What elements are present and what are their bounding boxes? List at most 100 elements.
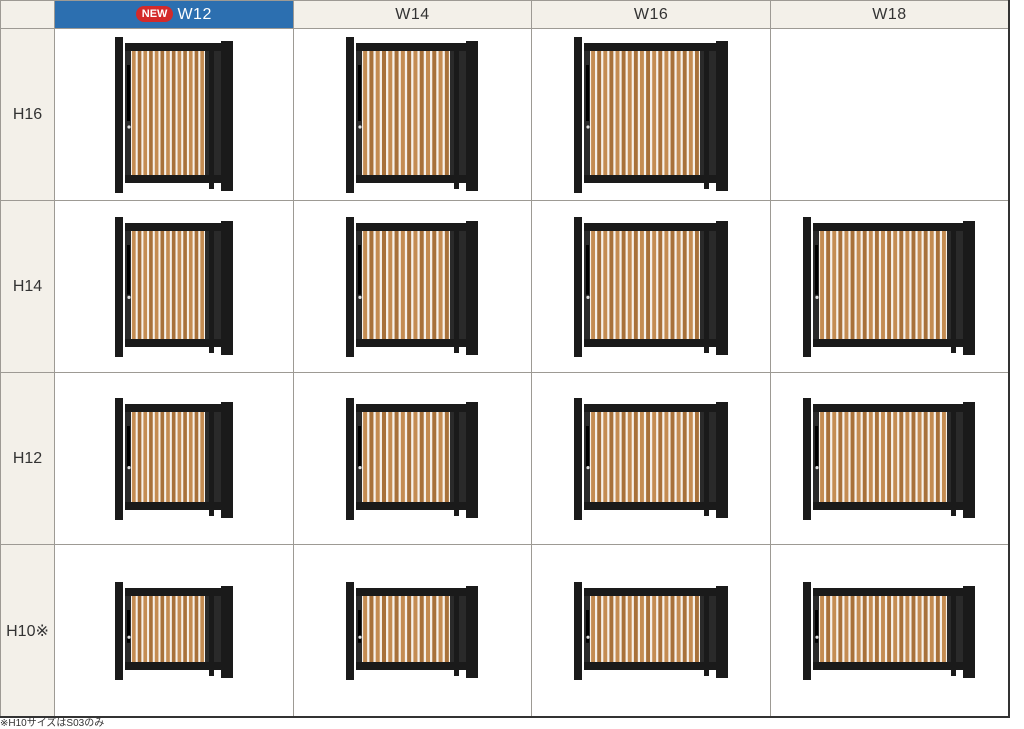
wood-slat xyxy=(148,596,153,663)
wood-slat xyxy=(905,412,910,503)
gate-lock xyxy=(586,125,590,129)
gate-cell xyxy=(769,200,1010,374)
gate-post-right xyxy=(466,586,479,679)
gate-post-right xyxy=(466,221,479,356)
wood-slat xyxy=(407,596,412,663)
gate-hinge-post xyxy=(951,404,957,517)
wood-slat xyxy=(183,231,187,340)
gate-bottom-rail xyxy=(356,662,467,671)
gate-cell xyxy=(531,28,771,202)
wood-slat xyxy=(420,596,425,663)
wood-slat xyxy=(869,231,874,340)
wood-slat xyxy=(413,412,418,503)
gate-post-right xyxy=(963,221,976,356)
wood-slat xyxy=(627,412,632,503)
row-label: H14 xyxy=(0,200,55,374)
wood-slat xyxy=(143,51,147,176)
wood-slat xyxy=(432,596,437,663)
wood-slat xyxy=(942,231,947,340)
wood-slat xyxy=(148,412,153,503)
gate-lock xyxy=(815,635,820,640)
wood-slat xyxy=(899,412,904,503)
gate-image xyxy=(803,582,976,681)
wood-slat xyxy=(695,51,699,176)
gate-top-rail xyxy=(356,588,467,597)
wood-slat xyxy=(183,51,187,176)
gate-top-rail xyxy=(813,588,964,597)
gate-top-rail xyxy=(356,43,467,52)
wood-slat xyxy=(177,596,182,663)
wood-slat xyxy=(382,231,387,340)
wood-slat xyxy=(627,231,632,340)
wood-slat xyxy=(664,412,669,503)
wood-slat xyxy=(394,51,400,176)
wood-slat xyxy=(200,51,204,176)
gate-lock xyxy=(358,125,363,129)
gate-hinge-post xyxy=(704,588,710,677)
wood-slat xyxy=(881,231,886,340)
wood-slat xyxy=(143,596,147,663)
wood-slat xyxy=(930,596,935,663)
gate-bottom-rail xyxy=(124,502,221,511)
wood-slat xyxy=(633,596,638,663)
wood-slat xyxy=(154,596,159,663)
wood-slat xyxy=(658,412,663,503)
wood-slat xyxy=(194,51,199,176)
wood-slat xyxy=(832,412,837,503)
table-row: H12 xyxy=(0,372,1010,546)
wood-slat xyxy=(591,596,596,663)
wood-slat xyxy=(646,231,651,340)
wood-slat xyxy=(369,412,374,503)
gate-bottom-rail xyxy=(124,339,221,348)
wood-slat xyxy=(188,412,193,503)
wood-slat xyxy=(881,412,886,503)
gate-cell xyxy=(54,372,294,546)
gate-top-rail xyxy=(584,223,717,232)
wood-slat xyxy=(394,231,400,340)
wood-slat xyxy=(376,231,381,340)
wood-slat xyxy=(658,51,663,176)
wood-slat xyxy=(603,596,608,663)
wood-slat xyxy=(177,51,182,176)
wood-slat xyxy=(388,412,393,503)
wood-slat xyxy=(388,231,393,340)
gate-hinge-post xyxy=(208,43,214,190)
wood-slat xyxy=(394,412,400,503)
wood-slat xyxy=(676,51,681,176)
wood-slat xyxy=(881,596,886,663)
gate-lock xyxy=(127,635,131,640)
wood-slat xyxy=(652,596,657,663)
wood-slat xyxy=(826,412,831,503)
wood-slat xyxy=(363,51,368,176)
footnote: ※H10サイズはS03のみ xyxy=(0,718,105,729)
wood-slat xyxy=(154,51,159,176)
wood-slat xyxy=(382,596,387,663)
wood-slat xyxy=(844,596,849,663)
wood-slat xyxy=(646,596,651,663)
wood-slat xyxy=(844,412,849,503)
gate-lock xyxy=(586,635,590,640)
gate-image xyxy=(574,217,729,358)
wood-slat xyxy=(131,412,136,503)
wood-slat xyxy=(165,51,170,176)
empty-cell xyxy=(769,28,1010,202)
wood-slat xyxy=(838,412,843,503)
gate-cell xyxy=(769,372,1010,546)
wood-slat xyxy=(445,51,450,176)
wood-slat xyxy=(695,412,699,503)
header-row: NEW W12 W14 W16 W18 xyxy=(0,0,1010,30)
gate-hinge-post xyxy=(454,43,460,190)
wood-slat xyxy=(401,231,406,340)
wood-slat xyxy=(194,231,199,340)
wood-slat xyxy=(905,231,910,340)
gate-handle xyxy=(358,245,362,295)
row-label: H16 xyxy=(0,28,55,202)
gate-hinge-post xyxy=(704,223,710,354)
gate-bottom-rail xyxy=(813,662,964,671)
wood-slat xyxy=(911,412,916,503)
wood-slat xyxy=(838,596,843,663)
gate-cell xyxy=(292,28,533,202)
wood-slat xyxy=(905,596,910,663)
gate-bottom-rail xyxy=(356,175,467,184)
gate-lock xyxy=(586,295,590,300)
